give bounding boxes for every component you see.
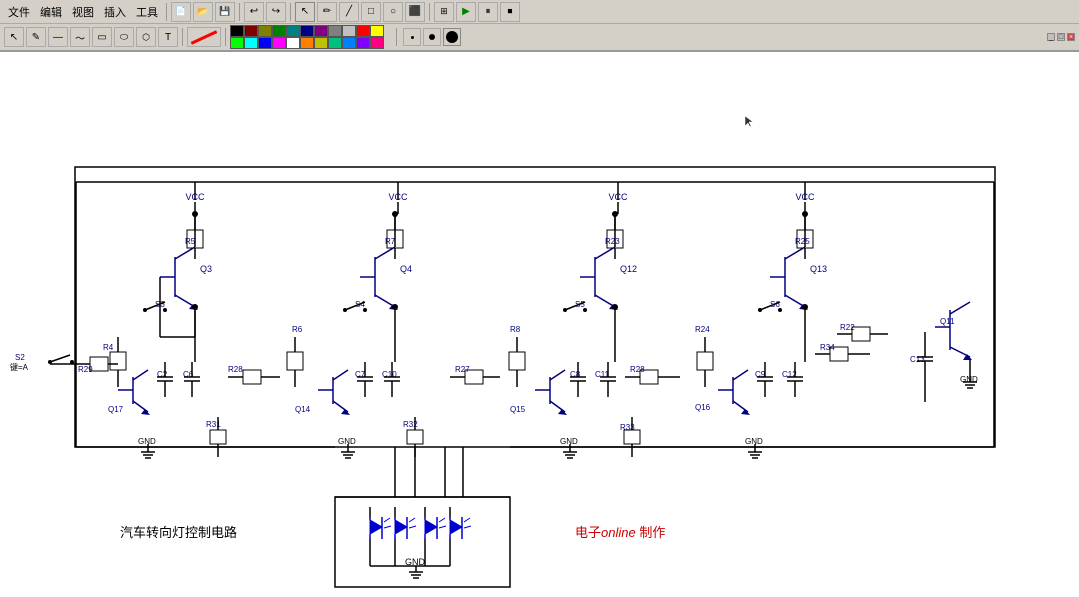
color-silver[interactable] xyxy=(342,25,356,37)
svg-text:R24: R24 xyxy=(695,325,710,334)
svg-text:GND: GND xyxy=(560,437,578,446)
color-aqua[interactable] xyxy=(244,37,258,49)
tool-arrow[interactable]: ↖ xyxy=(4,27,24,47)
svg-text:R25: R25 xyxy=(795,237,810,246)
svg-text:Q11: Q11 xyxy=(940,317,955,326)
stop-button[interactable]: ⏹ xyxy=(500,2,520,22)
svg-text:R33: R33 xyxy=(620,423,635,432)
color-cyan2[interactable] xyxy=(328,37,342,49)
svg-text:Q3: Q3 xyxy=(200,264,212,274)
svg-text:Q15: Q15 xyxy=(510,405,526,414)
color-teal[interactable] xyxy=(286,25,300,37)
svg-text:Q4: Q4 xyxy=(400,264,412,274)
color-magenta[interactable] xyxy=(272,37,286,49)
tool-line[interactable]: ╱ xyxy=(339,2,359,22)
color-gray[interactable] xyxy=(328,25,342,37)
menu-edit[interactable]: 编辑 xyxy=(36,4,66,20)
menu-tools[interactable]: 工具 xyxy=(132,4,162,20)
svg-text:Q17: Q17 xyxy=(108,405,124,414)
pen-size-large[interactable] xyxy=(443,28,461,46)
color-blue[interactable] xyxy=(258,37,272,49)
close-button[interactable]: × xyxy=(1067,33,1075,41)
color-violet[interactable] xyxy=(356,37,370,49)
pen-size-small[interactable] xyxy=(403,28,421,46)
svg-text:GND: GND xyxy=(138,437,156,446)
svg-text:R23: R23 xyxy=(605,237,620,246)
svg-text:R31: R31 xyxy=(206,420,221,429)
color-orange[interactable] xyxy=(300,37,314,49)
color-black[interactable] xyxy=(230,25,244,37)
svg-text:S2: S2 xyxy=(15,353,25,362)
svg-text:R5: R5 xyxy=(185,237,196,246)
open-button[interactable]: 📂 xyxy=(193,2,213,22)
save-button[interactable]: 💾 xyxy=(215,2,235,22)
svg-text:R8: R8 xyxy=(510,325,521,334)
svg-text:R32: R32 xyxy=(403,420,418,429)
tool-text2[interactable]: T xyxy=(158,27,178,47)
color-lime[interactable] xyxy=(230,37,244,49)
menu-file[interactable]: 文件 xyxy=(4,4,34,20)
tool-bezier[interactable]: 〜 xyxy=(70,27,90,47)
redo-button[interactable]: ↪ xyxy=(266,2,286,22)
tool-pencil2[interactable]: ✎ xyxy=(26,27,46,47)
color-yellow2[interactable] xyxy=(314,37,328,49)
pause-button[interactable]: ⏸ xyxy=(478,2,498,22)
svg-text:R28: R28 xyxy=(228,365,243,374)
zoom-fit[interactable]: ⊞ xyxy=(434,2,454,22)
pen-size-medium[interactable] xyxy=(423,28,441,46)
svg-text:R7: R7 xyxy=(385,237,396,246)
undo-button[interactable]: ↩ xyxy=(244,2,264,22)
play-button[interactable]: ▶ xyxy=(456,2,476,22)
color-olive[interactable] xyxy=(258,25,272,37)
tool-select[interactable]: ↖ xyxy=(295,2,315,22)
color-pink[interactable] xyxy=(370,37,384,49)
color-yellow[interactable] xyxy=(370,25,384,37)
toolbar-row-1[interactable]: 文件 编辑 视图 插入 工具 📄 📂 💾 ↩ ↪ ↖ ✏ ╱ □ ○ ⬛ ⊞ ▶… xyxy=(0,0,1079,24)
svg-text:Q13: Q13 xyxy=(810,264,827,274)
svg-text:GND: GND xyxy=(338,437,356,446)
color-cyan3[interactable] xyxy=(342,37,356,49)
svg-text:GND: GND xyxy=(745,437,763,446)
color-red[interactable] xyxy=(356,25,370,37)
tool-rect[interactable]: □ xyxy=(361,2,381,22)
color-green[interactable] xyxy=(272,25,286,37)
color-darkred[interactable] xyxy=(244,25,258,37)
color-white[interactable] xyxy=(286,37,300,49)
color-indicator-line xyxy=(187,27,221,47)
color-purple[interactable] xyxy=(314,25,328,37)
new-button[interactable]: 📄 xyxy=(171,2,191,22)
svg-text:R4: R4 xyxy=(103,343,114,352)
svg-text:R6: R6 xyxy=(292,325,303,334)
canvas-area[interactable]: VCC VCC VCC VCC Q3 xyxy=(0,52,1079,597)
svg-text:汽车转向灯控制电路: 汽车转向灯控制电路 xyxy=(120,525,237,540)
tool-line2[interactable]: — xyxy=(48,27,68,47)
menu-view[interactable]: 视图 xyxy=(68,4,98,20)
svg-text:Q12: Q12 xyxy=(620,264,637,274)
tool-ellipse[interactable]: ○ xyxy=(383,2,403,22)
menu-insert[interactable]: 插入 xyxy=(100,4,130,20)
svg-text:电子online 制作: 电子online 制作 xyxy=(575,525,665,540)
svg-text:R29: R29 xyxy=(78,365,93,374)
tool-pen[interactable]: ✏ xyxy=(317,2,337,22)
tool-poly[interactable]: ⬡ xyxy=(136,27,156,47)
svg-text:键=A: 键=A xyxy=(10,362,29,372)
svg-text:Q14: Q14 xyxy=(295,405,311,414)
tool-fill[interactable]: ⬛ xyxy=(405,2,425,22)
circuit-diagram: VCC VCC VCC VCC Q3 xyxy=(0,52,1079,597)
tool-rect2[interactable]: ▭ xyxy=(92,27,112,47)
color-navy[interactable] xyxy=(300,25,314,37)
color-palette[interactable] xyxy=(230,25,390,49)
svg-text:Q16: Q16 xyxy=(695,403,711,412)
toolbar-row-2: ↖ ✎ — 〜 ▭ ⬭ ⬡ T xyxy=(0,24,1079,50)
tool-ellipse2[interactable]: ⬭ xyxy=(114,27,134,47)
